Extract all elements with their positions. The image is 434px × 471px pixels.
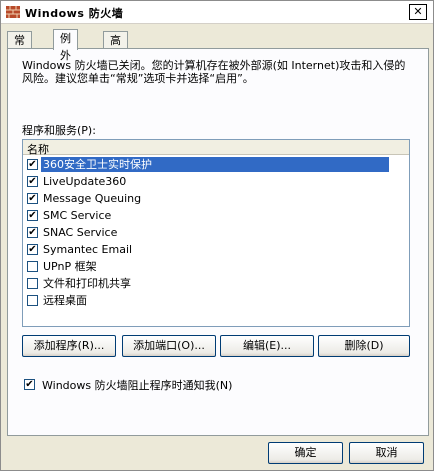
delete-button[interactable]: 删除(D) — [318, 335, 410, 357]
list-item[interactable]: 文件和打印机共享 — [25, 275, 387, 292]
list-item[interactable]: ✔ LiveUpdate360 — [25, 173, 387, 190]
tab-exceptions-label: 例外 — [60, 32, 71, 62]
tab-advanced[interactable]: 高级 — [103, 31, 128, 64]
list-item-label: Message Queuing — [43, 192, 142, 205]
list-item-label: Symantec Email — [43, 243, 133, 256]
tab-exceptions[interactable]: 例外 — [53, 29, 78, 62]
firewall-dialog: Windows 防火墙 ✕ 常规 例外 高级 Windows 防火墙已关闭。您的… — [0, 0, 434, 471]
title-bar[interactable]: Windows 防火墙 ✕ — [1, 1, 433, 24]
list-item-label: SMC Service — [43, 209, 112, 222]
list-item[interactable]: ✔ Message Queuing — [25, 190, 387, 207]
firewall-off-warning: Windows 防火墙已关闭。您的计算机存在被外部源(如 Internet)攻击… — [22, 59, 406, 85]
list-item[interactable]: ✔ Symantec Email — [25, 241, 387, 258]
list-item-label: LiveUpdate360 — [43, 175, 127, 188]
checkbox[interactable]: ✔ — [27, 159, 38, 170]
close-button[interactable]: ✕ — [409, 4, 427, 20]
list-item[interactable]: ✔ 360安全卫士实时保护 — [25, 156, 390, 173]
firewall-icon — [6, 6, 20, 18]
list-item-label: 文件和打印机共享 — [43, 277, 131, 290]
list-item[interactable]: 远程桌面 — [25, 292, 387, 309]
edit-button[interactable]: 编辑(E)... — [220, 335, 314, 357]
cancel-button[interactable]: 取消 — [349, 442, 424, 464]
list-item[interactable]: ✔ SNAC Service — [25, 224, 387, 241]
checkbox[interactable] — [27, 295, 38, 306]
window-title: Windows 防火墙 — [25, 7, 124, 20]
add-port-button[interactable]: 添加端口(O)... — [122, 335, 216, 357]
notify-checkbox[interactable]: ✔ — [24, 379, 35, 390]
exceptions-panel: Windows 防火墙已关闭。您的计算机存在被外部源(如 Internet)攻击… — [7, 48, 429, 436]
ok-button[interactable]: 确定 — [268, 442, 343, 464]
checkbox[interactable]: ✔ — [27, 244, 38, 255]
tab-general[interactable]: 常规 — [7, 31, 32, 64]
list-item-label: 远程桌面 — [43, 294, 87, 307]
list-item[interactable]: ✔ SMC Service — [25, 207, 387, 224]
column-header-name[interactable]: 名称 — [23, 140, 409, 156]
checkbox[interactable]: ✔ — [27, 227, 38, 238]
column-header-label: 名称 — [27, 143, 49, 156]
list-item-label: 360安全卫士实时保护 — [40, 156, 390, 173]
programs-services-label: 程序和服务(P): — [22, 124, 96, 137]
checkbox[interactable]: ✔ — [27, 176, 38, 187]
notify-label: Windows 防火墙阻止程序时通知我(N) — [42, 379, 233, 392]
checkbox[interactable]: ✔ — [27, 210, 38, 221]
checkbox[interactable]: ✔ — [27, 193, 38, 204]
list-item-label: SNAC Service — [43, 226, 118, 239]
add-program-button[interactable]: 添加程序(R)... — [22, 335, 116, 357]
list-item-label: UPnP 框架 — [43, 260, 97, 273]
checkbox[interactable] — [27, 261, 38, 272]
close-icon: ✕ — [413, 5, 423, 18]
list-item[interactable]: UPnP 框架 — [25, 258, 387, 275]
programs-services-list[interactable]: 名称 ✔ 360安全卫士实时保护 ✔ LiveUpdate360 ✔ Messa… — [22, 139, 410, 327]
checkbox[interactable] — [27, 278, 38, 289]
